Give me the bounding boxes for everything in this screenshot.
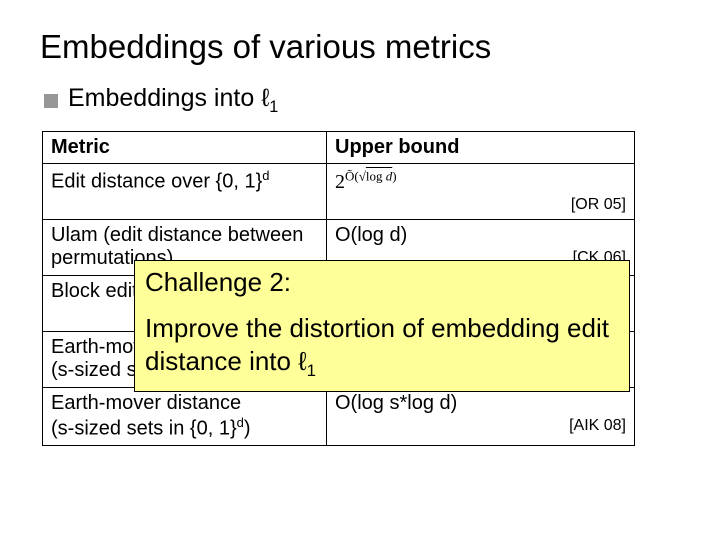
challenge-body: Improve the distortion of embedding edit… (145, 312, 619, 381)
header-upper: Upper bound (327, 132, 635, 164)
challenge-title: Challenge 2: (145, 267, 619, 298)
edit-metric-prefix: Edit distance over {0, 1} (51, 171, 262, 193)
edit-metric-sup: d (262, 168, 269, 183)
challenge-callout: Challenge 2: Improve the distortion of e… (134, 260, 630, 392)
table-row: Earth-mover distance (s-sized sets in {0… (43, 388, 635, 446)
table-header-row: Metric Upper bound (43, 132, 635, 164)
challenge-ell: ℓ (298, 346, 306, 376)
bullet-text: Embeddings into ℓ1 (68, 84, 278, 117)
emdcube-line1: Earth-mover distance (51, 392, 241, 414)
slide-root: Embeddings of various metrics Embeddings… (0, 0, 720, 540)
emdcube-line2-suffix: ) (244, 418, 251, 440)
bullet-item: Embeddings into ℓ1 (44, 84, 680, 117)
slide-title: Embeddings of various metrics (40, 28, 680, 66)
challenge-ell-sub: 1 (307, 361, 316, 380)
emdcube-bound: O(log s*log d) (335, 392, 457, 414)
cell-bound-edit: 2Õ(√log d) [OR 05] (327, 164, 635, 220)
table-row: Edit distance over {0, 1}d 2Õ(√log d) [O… (43, 164, 635, 220)
bullet-text-prefix: Embeddings into (68, 84, 261, 112)
ell-subscript: 1 (269, 98, 278, 116)
ulam-bound: O(log d) (335, 224, 407, 246)
cell-metric-emdcube: Earth-mover distance (s-sized sets in {0… (43, 388, 327, 446)
challenge-body-prefix: Improve the distortion of embedding edit… (145, 313, 609, 376)
edit-cite: [OR 05] (335, 196, 626, 214)
emdcube-cite: [AIK 08] (335, 417, 626, 435)
emdcube-line2-sup: d (237, 415, 244, 430)
ulam-line1: Ulam (edit distance between (51, 224, 303, 246)
emdcube-line2-prefix: (s-sized sets in {0, 1} (51, 418, 237, 440)
cell-metric-edit: Edit distance over {0, 1}d (43, 164, 327, 220)
edit-bound-expr: 2Õ(√log d) (335, 171, 397, 193)
bullet-marker (44, 94, 58, 108)
header-metric: Metric (43, 132, 327, 164)
cell-bound-emdcube: O(log s*log d) [AIK 08] (327, 388, 635, 446)
